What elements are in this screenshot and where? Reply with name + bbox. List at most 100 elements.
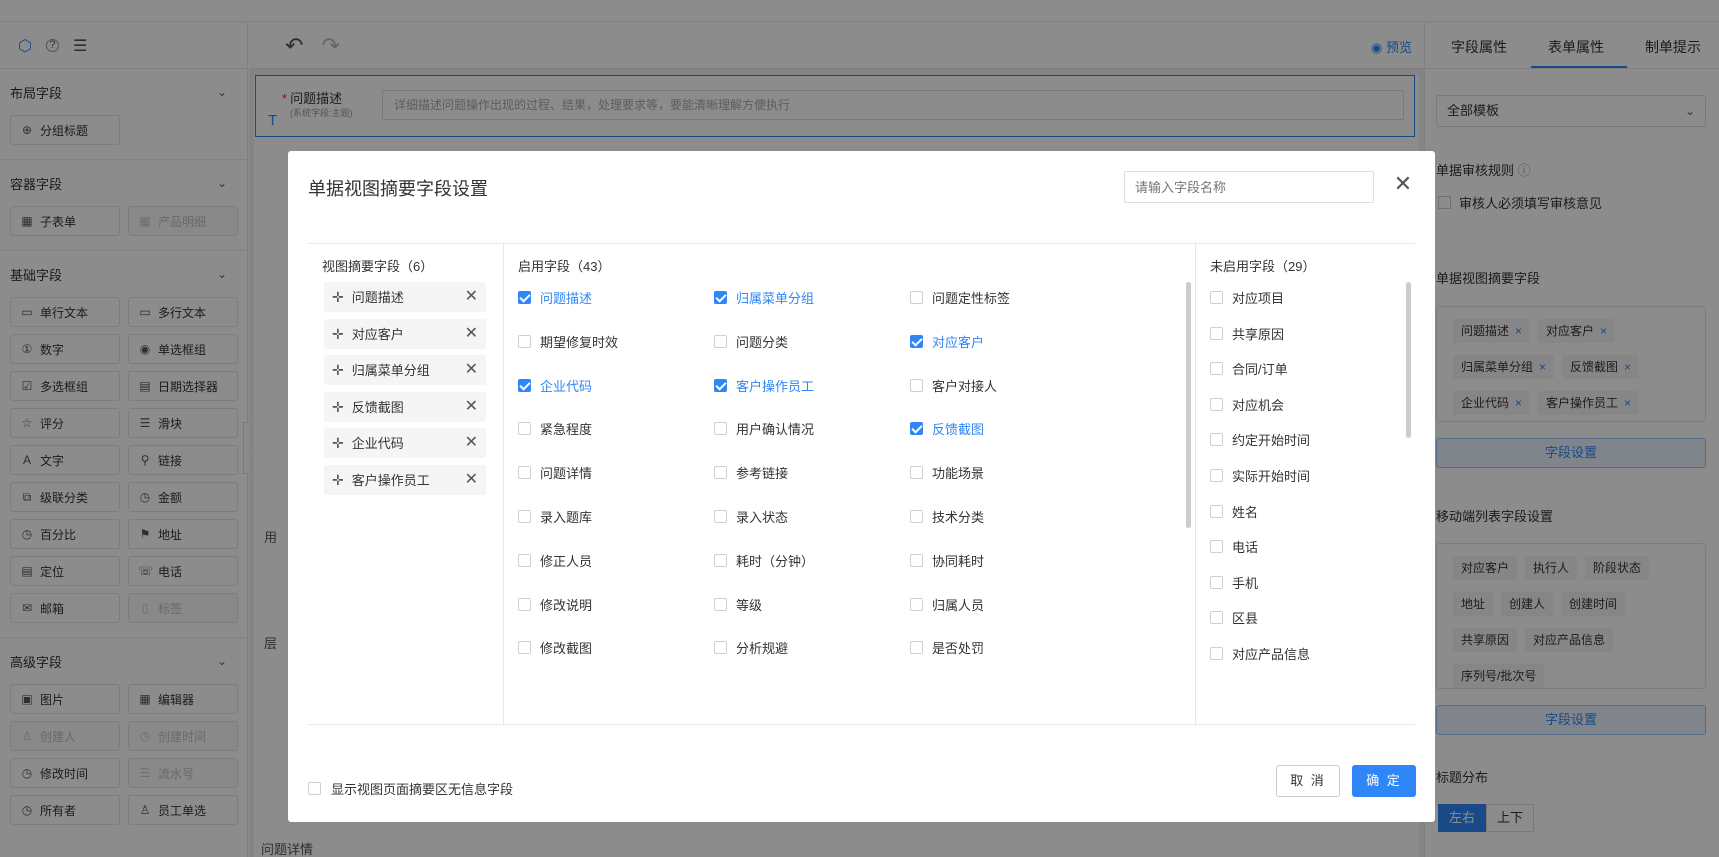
checkbox-icon[interactable] [910, 378, 923, 392]
disabled-field-checkbox[interactable]: 约定开始时间 [1210, 430, 1310, 449]
checkbox-icon[interactable] [1210, 362, 1223, 376]
summary-field-item[interactable]: ✛ 反馈截图 ✕ [324, 391, 486, 422]
remove-field-icon[interactable]: ✕ [465, 355, 478, 385]
summary-field-item[interactable]: ✛ 问题描述 ✕ [324, 282, 486, 312]
enabled-field-checkbox[interactable]: 分析规避 [714, 638, 788, 657]
enabled-field-checkbox[interactable]: 问题描述 [518, 288, 592, 307]
checkbox-checked-icon[interactable] [910, 334, 923, 348]
checkbox-icon[interactable] [714, 553, 727, 567]
checkbox-icon[interactable] [518, 334, 531, 348]
enabled-field-checkbox[interactable]: 协同耗时 [910, 551, 984, 570]
checkbox-icon[interactable] [714, 641, 727, 655]
drag-handle-icon[interactable]: ✛ [332, 399, 344, 415]
disabled-field-checkbox[interactable]: 共享原因 [1210, 324, 1284, 343]
field-search-input[interactable] [1124, 171, 1374, 203]
remove-field-icon[interactable]: ✕ [465, 428, 478, 458]
checkbox-icon[interactable] [714, 597, 727, 611]
enabled-field-checkbox[interactable]: 归属人员 [910, 595, 984, 614]
disabled-field-checkbox[interactable]: 电话 [1210, 537, 1258, 556]
checkbox-icon[interactable] [1210, 611, 1223, 625]
drag-handle-icon[interactable]: ✛ [332, 362, 344, 378]
checkbox-icon[interactable] [518, 641, 531, 655]
disabled-field-checkbox[interactable]: 对应产品信息 [1210, 644, 1310, 663]
checkbox-icon[interactable] [1210, 291, 1223, 304]
checkbox-icon[interactable] [910, 597, 923, 611]
enabled-field-checkbox[interactable]: 期望修复时效 [518, 332, 618, 351]
checkbox-checked-icon[interactable] [518, 378, 531, 392]
checkbox-icon[interactable] [910, 466, 923, 480]
checkbox-icon[interactable] [714, 510, 727, 523]
summary-field-item[interactable]: ✛ 归属菜单分组 ✕ [324, 355, 486, 385]
show-empty-fields-option[interactable]: 显示视图页面摘要区无信息字段 [308, 779, 513, 798]
confirm-button[interactable]: 确 定 [1352, 765, 1416, 797]
checkbox-icon[interactable] [518, 422, 531, 436]
checkbox-checked-icon[interactable] [714, 291, 727, 304]
enabled-field-checkbox[interactable]: 耗时（分钟） [714, 551, 814, 570]
checkbox-icon[interactable] [1210, 540, 1223, 554]
summary-field-item[interactable]: ✛ 对应客户 ✕ [324, 318, 486, 349]
checkbox-icon[interactable] [910, 291, 923, 304]
enabled-field-checkbox[interactable]: 紧急程度 [518, 419, 592, 438]
checkbox-icon[interactable] [714, 466, 727, 480]
enabled-field-checkbox[interactable]: 是否处罚 [910, 638, 984, 657]
enabled-field-checkbox[interactable]: 等级 [714, 595, 762, 614]
checkbox-icon[interactable] [1210, 647, 1223, 660]
drag-handle-icon[interactable]: ✛ [332, 326, 344, 342]
drag-handle-icon[interactable]: ✛ [332, 289, 344, 305]
remove-field-icon[interactable]: ✕ [465, 392, 478, 422]
checkbox-checked-icon[interactable] [714, 378, 727, 392]
checkbox-icon[interactable] [714, 334, 727, 348]
drag-handle-icon[interactable]: ✛ [332, 435, 344, 451]
disabled-scrollbar[interactable] [1406, 282, 1411, 438]
checkbox-icon[interactable] [910, 553, 923, 567]
checkbox-icon[interactable] [1210, 504, 1223, 518]
enabled-field-checkbox[interactable]: 问题详情 [518, 463, 592, 482]
enabled-field-checkbox[interactable]: 修改截图 [518, 638, 592, 657]
close-icon[interactable]: ✕ [1388, 169, 1418, 199]
checkbox-icon[interactable] [910, 641, 923, 655]
checkbox-icon[interactable] [1210, 469, 1223, 482]
remove-field-icon[interactable]: ✕ [465, 319, 478, 349]
disabled-field-checkbox[interactable]: 姓名 [1210, 502, 1258, 521]
checkbox-icon[interactable] [518, 597, 531, 611]
enabled-field-checkbox[interactable]: 对应客户 [910, 332, 984, 351]
checkbox-icon[interactable] [1210, 575, 1223, 589]
summary-field-item[interactable]: ✛ 客户操作员工 ✕ [324, 464, 486, 495]
enabled-field-checkbox[interactable]: 修正人员 [518, 551, 592, 570]
checkbox-checked-icon[interactable] [910, 422, 923, 436]
remove-field-icon[interactable]: ✕ [465, 465, 478, 495]
disabled-field-checkbox[interactable]: 对应机会 [1210, 395, 1284, 414]
checkbox-icon[interactable] [518, 553, 531, 567]
checkbox-icon[interactable] [910, 510, 923, 523]
checkbox-checked-icon[interactable] [518, 291, 531, 304]
enabled-field-checkbox[interactable]: 修改说明 [518, 595, 592, 614]
checkbox-icon[interactable] [518, 466, 531, 480]
enabled-field-checkbox[interactable]: 功能场景 [910, 463, 984, 482]
enabled-field-checkbox[interactable]: 反馈截图 [910, 419, 984, 438]
enabled-field-checkbox[interactable]: 客户对接人 [910, 376, 997, 395]
enabled-field-checkbox[interactable]: 用户确认情况 [714, 419, 814, 438]
checkbox-icon[interactable] [714, 422, 727, 436]
checkbox-icon[interactable] [1210, 433, 1223, 447]
summary-field-item[interactable]: ✛ 企业代码 ✕ [324, 428, 486, 458]
disabled-field-checkbox[interactable]: 区县 [1210, 608, 1258, 627]
enabled-field-checkbox[interactable]: 参考链接 [714, 463, 788, 482]
enabled-field-checkbox[interactable]: 录入题库 [518, 507, 592, 526]
enabled-field-checkbox[interactable]: 问题定性标签 [910, 288, 1010, 307]
enabled-field-checkbox[interactable]: 技术分类 [910, 507, 984, 526]
enabled-field-checkbox[interactable]: 企业代码 [518, 376, 592, 395]
disabled-field-checkbox[interactable]: 实际开始时间 [1210, 466, 1310, 485]
disabled-field-checkbox[interactable]: 手机 [1210, 573, 1258, 592]
checkbox-icon[interactable] [1210, 397, 1223, 411]
enabled-field-checkbox[interactable]: 问题分类 [714, 332, 788, 351]
checkbox-icon[interactable] [1210, 326, 1223, 340]
show-empty-checkbox[interactable] [308, 782, 321, 795]
enabled-scrollbar[interactable] [1186, 282, 1191, 528]
disabled-field-checkbox[interactable]: 对应项目 [1210, 288, 1284, 307]
cancel-button[interactable]: 取 消 [1276, 765, 1340, 797]
remove-field-icon[interactable]: ✕ [465, 282, 478, 312]
enabled-field-checkbox[interactable]: 录入状态 [714, 507, 788, 526]
disabled-field-checkbox[interactable]: 合同/订单 [1210, 359, 1288, 378]
enabled-field-checkbox[interactable]: 归属菜单分组 [714, 288, 814, 307]
checkbox-icon[interactable] [518, 510, 531, 523]
